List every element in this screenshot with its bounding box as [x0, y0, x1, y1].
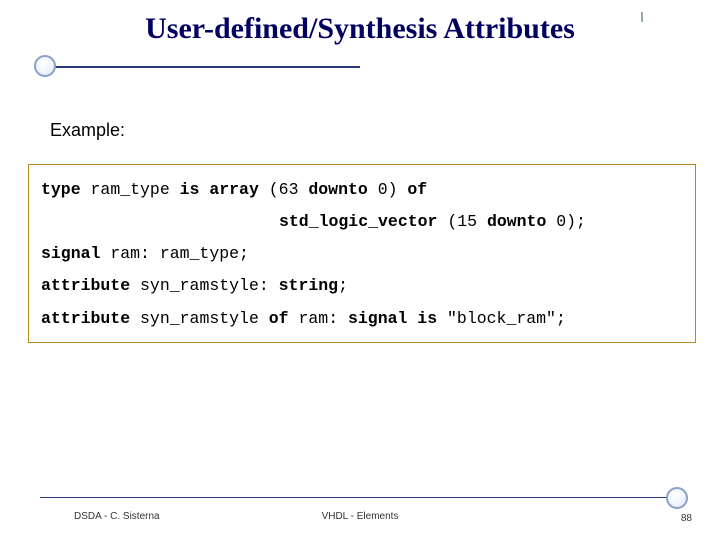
tok: 0): [378, 180, 408, 199]
title-underline: [40, 66, 360, 68]
kw-string: string: [279, 276, 338, 295]
code-line-3: signal ram: ram_type;: [41, 245, 687, 263]
kw-of: of: [269, 309, 299, 328]
kw-attribute: attribute: [41, 276, 140, 295]
tok: (15: [447, 212, 487, 231]
tok: ram:: [298, 309, 348, 328]
footer-sphere-decoration: [666, 487, 688, 509]
code-line-4: attribute syn_ramstyle: string;: [41, 277, 687, 295]
tok: ram_type: [91, 180, 180, 199]
kw-attribute: attribute: [41, 309, 140, 328]
slide-title: User-defined/Synthesis Attributes: [40, 12, 680, 46]
title-tick-decoration: [641, 12, 643, 22]
kw-signal-is: signal is: [348, 309, 447, 328]
kw-signal: signal: [41, 244, 110, 263]
kw-downto: downto: [308, 180, 377, 199]
footer-divider: [40, 497, 680, 498]
slide: User-defined/Synthesis Attributes Exampl…: [0, 0, 720, 540]
code-line-1: type ram_type is array (63 downto 0) of: [41, 181, 687, 199]
footer-topic: VHDL - Elements: [0, 511, 720, 522]
kw-is-array: is array: [180, 180, 269, 199]
code-line-5: attribute syn_ramstyle of ram: signal is…: [41, 310, 687, 328]
example-label: Example:: [50, 120, 125, 141]
kw-downto: downto: [487, 212, 556, 231]
tok: 0);: [556, 212, 586, 231]
kw-of: of: [407, 180, 427, 199]
title-block: User-defined/Synthesis Attributes: [40, 12, 680, 46]
code-box: type ram_type is array (63 downto 0) of …: [28, 164, 696, 343]
tok: "block_ram";: [447, 309, 566, 328]
title-sphere-decoration: [34, 55, 56, 77]
tok: ram: ram_type;: [110, 244, 249, 263]
tok: syn_ramstyle:: [140, 276, 279, 295]
tok: ;: [338, 276, 348, 295]
code-line-2: std_logic_vector (15 downto 0);: [41, 213, 687, 231]
tok: syn_ramstyle: [140, 309, 269, 328]
kw-slv: std_logic_vector: [279, 212, 447, 231]
page-number: 88: [681, 513, 692, 524]
tok: (63: [269, 180, 309, 199]
kw-type: type: [41, 180, 91, 199]
